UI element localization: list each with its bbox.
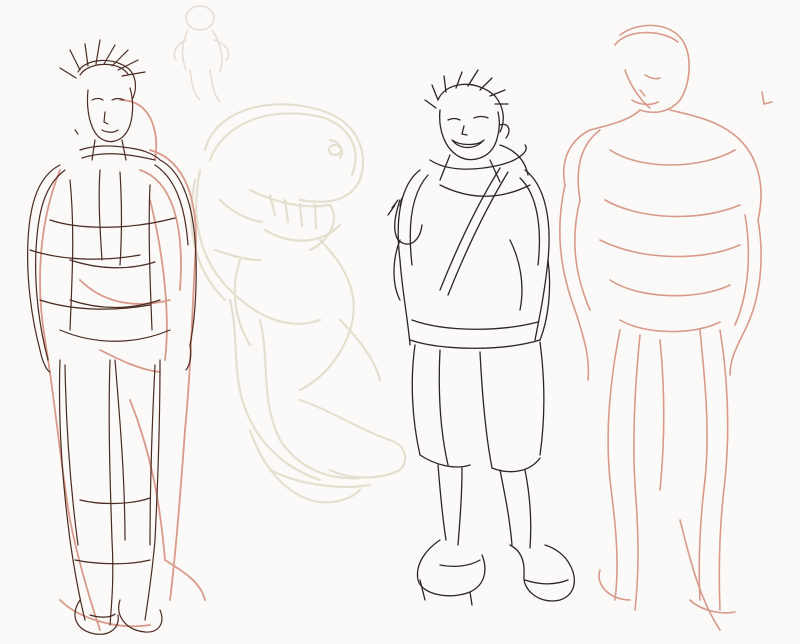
creature-sketch [190,103,407,504]
sketch-artwork [27,5,773,635]
muscular-figure-sketch [559,24,773,631]
small-figure-sketch [173,5,230,103]
smiling-figure-sketch [387,69,575,606]
left-figure-sketch [27,39,197,635]
sketch-canvas [0,0,800,644]
